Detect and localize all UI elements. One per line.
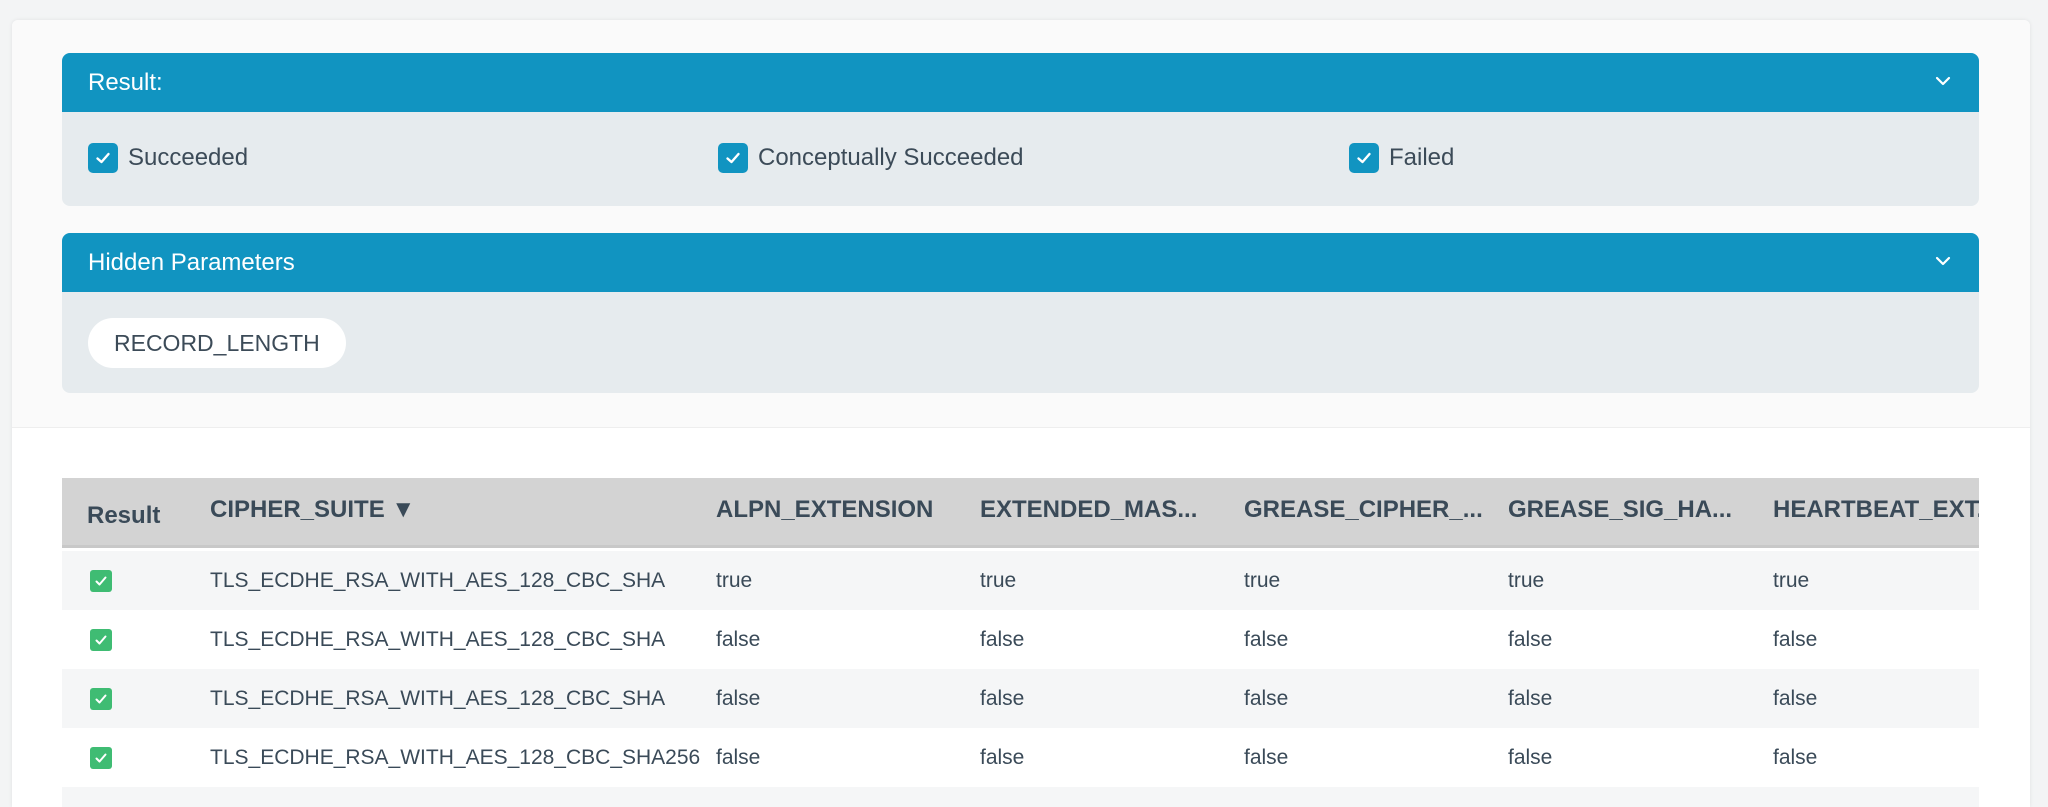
table-cell: false xyxy=(1508,746,1553,769)
succeeded-label: Succeeded xyxy=(128,144,249,171)
table-cell: false xyxy=(1244,628,1289,651)
cipher-suite-cell: TLS_ECDHE_RSA_WITH_AES_128_CBC_SHA256 xyxy=(210,746,701,769)
table-cell: false xyxy=(1508,628,1553,651)
table-cell: false xyxy=(1773,628,1818,651)
column-header-heartbeat-extension[interactable]: HEARTBEAT_EXT... xyxy=(1773,496,1979,524)
table-header-row: Result CIPHER_SUITE ▼ ALPN_EXTENSION EXT… xyxy=(62,478,1979,548)
table-cell: true xyxy=(716,569,753,592)
table-cell: false xyxy=(716,628,761,651)
table-cell: true xyxy=(1773,569,1810,592)
results-table: Result CIPHER_SUITE ▼ ALPN_EXTENSION EXT… xyxy=(62,478,1979,807)
table-cell: true xyxy=(1508,569,1545,592)
failed-label: Failed xyxy=(1389,144,1455,171)
table-cell: true xyxy=(1244,569,1281,592)
column-header-extended-master-secret[interactable]: EXTENDED_MAS... xyxy=(980,496,1197,524)
table-row[interactable]: TLS_ECDHE_RSA_WITH_AES_128_CBC_SHA true … xyxy=(62,551,1979,610)
checkmark-icon[interactable] xyxy=(718,143,748,173)
result-panel-header[interactable]: Result: xyxy=(62,53,1979,112)
table-cell: false xyxy=(1773,687,1818,710)
hidden-parameters-panel: Hidden Parameters RECORD_LENGTH xyxy=(62,233,1979,393)
table-cell: false xyxy=(1773,746,1818,769)
conceptually-succeeded-checkbox[interactable]: Conceptually Succeeded xyxy=(718,143,1024,173)
record-length-chip[interactable]: RECORD_LENGTH xyxy=(88,318,346,368)
table-row[interactable]: TLS_ECDHE_RSA_WITH_AES_128_CBC_SHA false… xyxy=(62,610,1979,669)
filter-area: Result: Succeeded Conceptually Succeeded xyxy=(12,20,2030,428)
cipher-suite-cell: TLS_ECDHE_RSA_WITH_AES_128_CBC_SHA xyxy=(210,687,666,710)
success-check-icon xyxy=(90,570,112,592)
chevron-down-icon[interactable] xyxy=(1933,251,1953,271)
result-options: Succeeded Conceptually Succeeded Failed xyxy=(62,112,1979,206)
table-cell: false xyxy=(1508,687,1553,710)
success-check-icon xyxy=(90,688,112,710)
column-header-alpn-extension[interactable]: ALPN_EXTENSION xyxy=(716,496,933,524)
cipher-suite-cell: TLS_ECDHE_RSA_WITH_AES_128_CBC_SHA xyxy=(210,569,666,592)
hidden-parameters-title: Hidden Parameters xyxy=(88,248,295,276)
result-filter-panel: Result: Succeeded Conceptually Succeeded xyxy=(62,53,1979,206)
table-cell: false xyxy=(716,746,761,769)
table-cell: false xyxy=(716,687,761,710)
failed-checkbox[interactable]: Failed xyxy=(1349,143,1454,173)
cipher-suite-cell: TLS_ECDHE_RSA_WITH_AES_128_CBC_SHA xyxy=(210,628,666,651)
column-header-cipher-suite[interactable]: CIPHER_SUITE ▼ xyxy=(210,496,415,524)
success-check-icon xyxy=(90,629,112,651)
hidden-parameters-header[interactable]: Hidden Parameters xyxy=(62,233,1979,292)
column-header-grease-sig-hash[interactable]: GREASE_SIG_HA... xyxy=(1508,496,1732,524)
table-cell: true xyxy=(980,569,1017,592)
main-card: Result: Succeeded Conceptually Succeeded xyxy=(12,20,2030,807)
table-cell: false xyxy=(1244,687,1289,710)
table-cell: false xyxy=(1244,746,1289,769)
table-cell: false xyxy=(980,687,1025,710)
conceptually-succeeded-label: Conceptually Succeeded xyxy=(758,144,1024,171)
table-row[interactable]: TLS_ECDHE_RSA_WITH_AES_128_CBC_SHA false… xyxy=(62,669,1979,728)
succeeded-checkbox[interactable]: Succeeded xyxy=(88,143,248,173)
table-cell: false xyxy=(980,628,1025,651)
hidden-parameter-chips: RECORD_LENGTH xyxy=(62,292,1979,393)
column-header-grease-cipher[interactable]: GREASE_CIPHER_... xyxy=(1244,496,1483,524)
table-row[interactable] xyxy=(62,787,1979,807)
result-panel-title: Result: xyxy=(88,68,163,96)
chevron-down-icon[interactable] xyxy=(1933,71,1953,91)
table-row[interactable]: TLS_ECDHE_RSA_WITH_AES_128_CBC_SHA256 fa… xyxy=(62,728,1979,787)
success-check-icon xyxy=(90,747,112,769)
checkmark-icon[interactable] xyxy=(1349,143,1379,173)
checkmark-icon[interactable] xyxy=(88,143,118,173)
table-cell: false xyxy=(980,746,1025,769)
column-header-result[interactable]: Result xyxy=(87,502,160,530)
